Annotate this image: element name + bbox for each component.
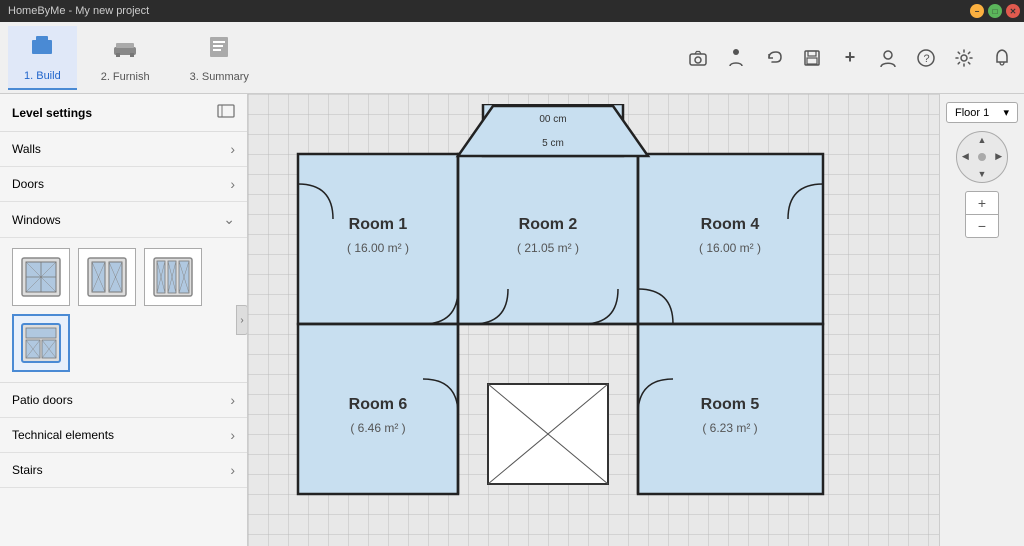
tab-summary[interactable]: 3. Summary (174, 27, 265, 89)
undo-button[interactable] (760, 44, 788, 72)
nav-down-button[interactable]: ▼ (974, 165, 991, 182)
save-button[interactable] (798, 44, 826, 72)
tab-furnish-label: 2. Furnish (101, 71, 150, 83)
title-bar: HomeByMe - My new project − □ ✕ (0, 0, 1024, 22)
navigation-circle: ▲ ◀ ▶ ▼ (956, 131, 1008, 183)
zoom-control: + − (965, 191, 999, 238)
sidebar-item-patio-doors[interactable]: Patio doors › (0, 383, 247, 418)
tab-summary-label: 3. Summary (190, 71, 249, 83)
floor-plan-svg: 00 cm 5 cm Room 1 ( 16.00 m² ) Room 2 ( … (278, 104, 938, 546)
window-option-quad[interactable] (144, 248, 202, 306)
level-settings-icon (217, 104, 235, 121)
tab-furnish[interactable]: 2. Furnish (85, 27, 166, 89)
walls-label: Walls (12, 142, 41, 156)
sidebar: Level settings Walls › Doors › Windows ⌄ (0, 94, 248, 546)
sidebar-item-walls[interactable]: Walls › (0, 132, 247, 167)
window-option-special[interactable] (12, 314, 70, 372)
summary-icon (205, 33, 233, 67)
right-panel: Floor 1 ▾ ▲ ◀ ▶ ▼ + − (939, 94, 1024, 546)
furnish-icon (111, 33, 139, 67)
svg-text:Room 6: Room 6 (349, 396, 408, 413)
floor-selector[interactable]: Floor 1 ▾ (946, 102, 1018, 123)
sidebar-item-doors[interactable]: Doors › (0, 167, 247, 202)
minimize-button[interactable]: − (970, 4, 984, 18)
windows-options-grid (0, 238, 247, 383)
svg-text:( 6.23 m² ): ( 6.23 m² ) (702, 421, 757, 435)
zoom-in-button[interactable]: + (966, 192, 998, 214)
svg-text:( 6.46 m² ): ( 6.46 m² ) (350, 421, 405, 435)
svg-text:( 21.05 m² ): ( 21.05 m² ) (517, 241, 579, 255)
window-option-double[interactable] (78, 248, 136, 306)
toolbar-tabs: 1. Build 2. Furnish (8, 26, 265, 90)
sidebar-item-windows[interactable]: Windows ⌄ (0, 202, 247, 238)
notifications-button[interactable] (988, 44, 1016, 72)
close-button[interactable]: ✕ (1006, 4, 1020, 18)
windows-label: Windows (12, 213, 61, 227)
svg-text:?: ? (924, 53, 930, 65)
window-option-single[interactable] (12, 248, 70, 306)
build-icon (28, 32, 56, 66)
patio-doors-chevron-icon: › (230, 392, 235, 408)
floor-label: Floor 1 (955, 107, 989, 119)
canvas-area: 00 cm 5 cm Room 1 ( 16.00 m² ) Room 2 ( … (248, 94, 939, 546)
nav-right-button[interactable]: ▶ (990, 149, 1007, 166)
stairs-label: Stairs (12, 463, 43, 477)
toolbar: 1. Build 2. Furnish (0, 22, 1024, 94)
svg-text:Room 5: Room 5 (701, 396, 760, 413)
tab-build-label: 1. Build (24, 70, 61, 82)
svg-text:Room 4: Room 4 (701, 216, 760, 233)
windows-chevron-icon: ⌄ (223, 211, 235, 228)
svg-text:5 cm: 5 cm (542, 138, 564, 149)
main-layout: Level settings Walls › Doors › Windows ⌄ (0, 94, 1024, 546)
window-title: HomeByMe - My new project (8, 5, 1016, 17)
svg-text:Room 2: Room 2 (519, 216, 578, 233)
walls-chevron-icon: › (230, 141, 235, 157)
zoom-out-button[interactable]: − (966, 215, 998, 237)
svg-text:( 16.00 m² ): ( 16.00 m² ) (347, 241, 409, 255)
add-button[interactable]: + (836, 44, 864, 72)
maximize-button[interactable]: □ (988, 4, 1002, 18)
svg-text:Room 1: Room 1 (349, 216, 408, 233)
level-settings-header[interactable]: Level settings (0, 94, 247, 132)
person-button[interactable] (722, 44, 750, 72)
sidebar-collapse-button[interactable]: › (236, 305, 248, 335)
settings-button[interactable] (950, 44, 978, 72)
floor-dropdown-icon: ▾ (1003, 106, 1009, 119)
camera-button[interactable] (684, 44, 712, 72)
stairs-chevron-icon: › (230, 462, 235, 478)
svg-text:00 cm: 00 cm (539, 114, 566, 125)
level-settings-label: Level settings (12, 106, 92, 120)
toolbar-actions: + ? (684, 44, 1016, 72)
nav-left-button[interactable]: ◀ (957, 149, 974, 166)
doors-chevron-icon: › (230, 176, 235, 192)
sidebar-item-stairs[interactable]: Stairs › (0, 453, 247, 488)
sidebar-item-technical-elements[interactable]: Technical elements › (0, 418, 247, 453)
tab-build[interactable]: 1. Build (8, 26, 77, 90)
technical-chevron-icon: › (230, 427, 235, 443)
help-button[interactable]: ? (912, 44, 940, 72)
technical-elements-label: Technical elements (12, 428, 114, 442)
doors-label: Doors (12, 177, 44, 191)
nav-up-button[interactable]: ▲ (974, 132, 991, 149)
account-button[interactable] (874, 44, 902, 72)
patio-doors-label: Patio doors (12, 393, 73, 407)
svg-text:( 16.00 m² ): ( 16.00 m² ) (699, 241, 761, 255)
